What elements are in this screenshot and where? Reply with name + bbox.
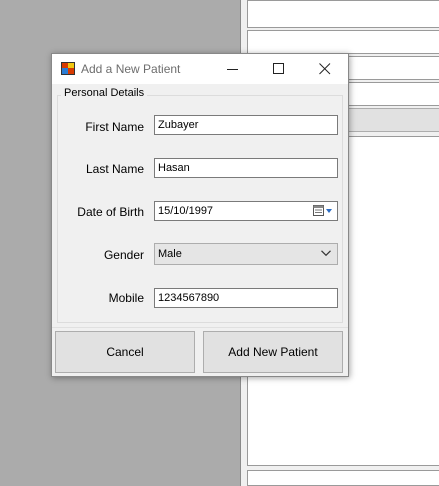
personal-details-title: Personal Details [61,87,148,99]
button-separator [52,327,348,328]
dialog-titlebar[interactable]: Add a New Patient [52,54,348,84]
gender-value: Male [158,248,182,260]
minimize-button[interactable] [210,54,256,84]
add-patient-dialog: Add a New Patient Personal Details First… [51,53,349,377]
minimize-icon [227,69,238,70]
close-button[interactable] [302,54,348,84]
last-name-label: Last Name [85,162,144,176]
calendar-icon [313,205,332,216]
dialog-title: Add a New Patient [81,62,181,76]
date-of-birth-label: Date of Birth [77,205,144,219]
background-footer [247,470,439,486]
maximize-icon [273,63,284,74]
first-name-input[interactable]: Zubayer [154,115,338,135]
last-name-input[interactable]: Hasan [154,158,338,178]
date-of-birth-picker[interactable]: 15/10/1997 [154,201,338,221]
background-field-1 [247,0,439,28]
date-of-birth-value: 15/10/1997 [158,205,214,217]
background-field-2 [247,30,439,54]
add-new-patient-button[interactable]: Add New Patient [203,331,343,373]
mobile-label: Mobile [108,291,144,305]
calendar-button[interactable] [312,204,334,218]
gender-label: Gender [103,248,144,262]
close-icon [319,63,331,75]
app-icon [61,62,76,76]
first-name-label: First Name [85,120,144,134]
chevron-down-icon [321,250,331,257]
gender-select[interactable]: Male [154,243,338,265]
maximize-button[interactable] [256,54,302,84]
cancel-button[interactable]: Cancel [55,331,195,373]
mobile-input[interactable]: 1234567890 [154,288,338,308]
